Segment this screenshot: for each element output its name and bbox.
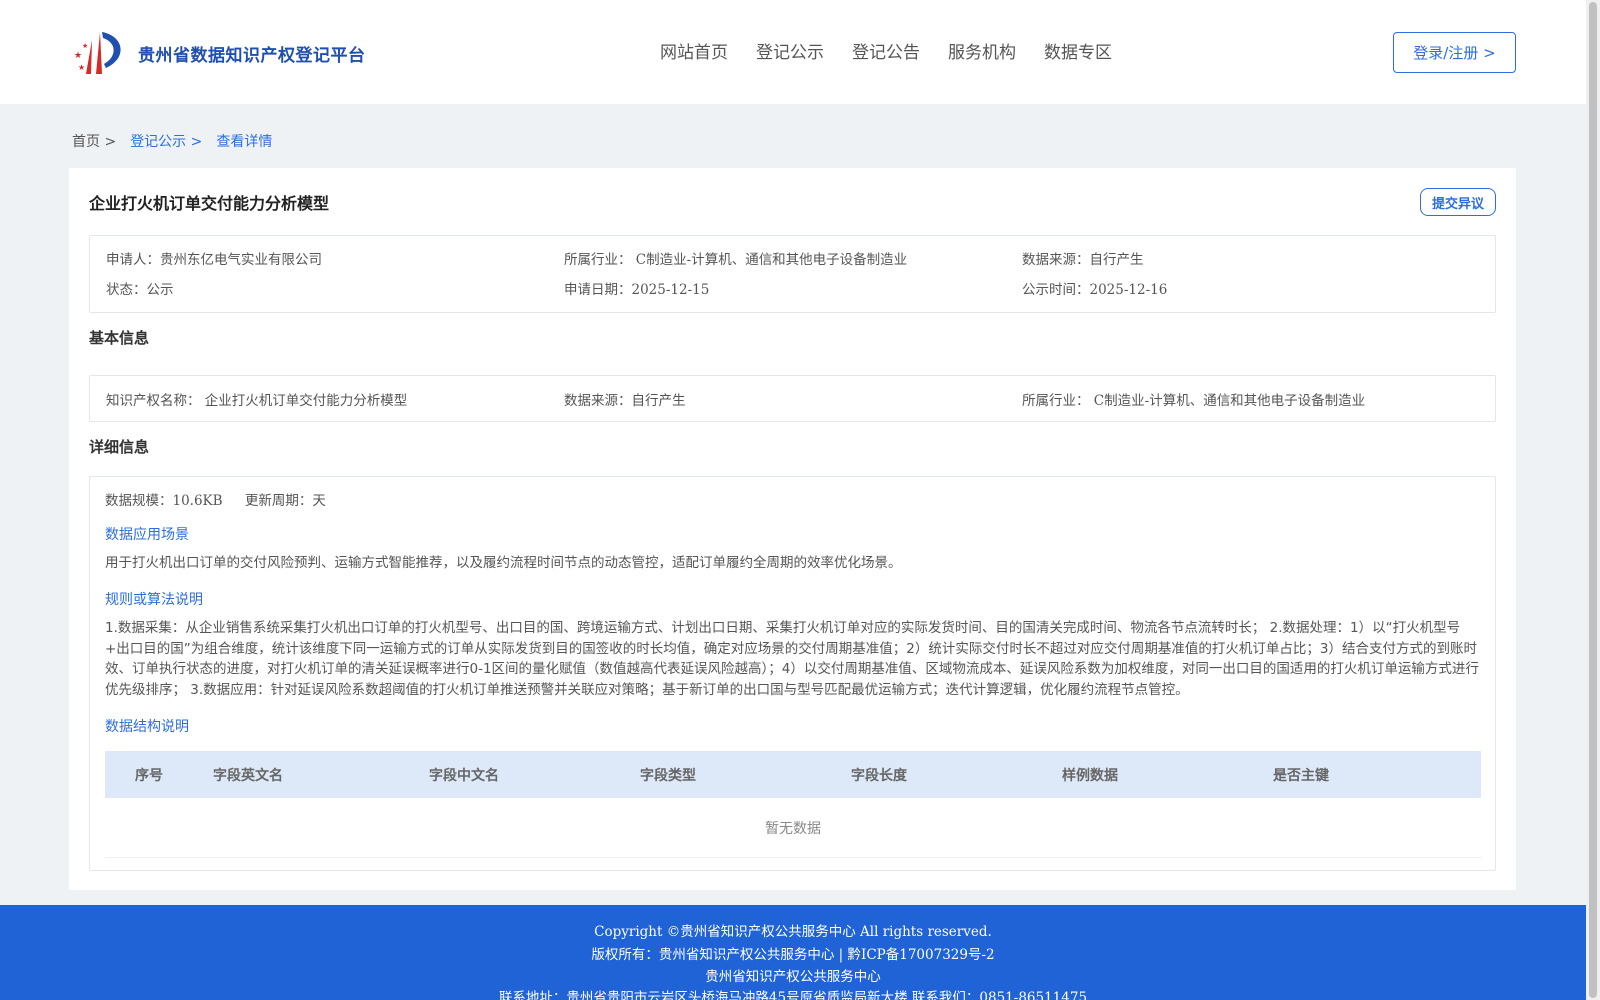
nav-registration-publicity[interactable]: 登记公示 [756,38,824,63]
nav-service-agencies[interactable]: 服务机构 [948,38,1016,63]
basic-source-value: 自行产生 [631,393,686,409]
industry-field: 所属行业： C制造业-计算机、通信和其他电子设备制造业 [564,252,908,268]
structure-title: 数据结构说明 [105,719,189,735]
page-title: 企业打火机订单交付能力分析模型 [89,194,330,213]
basic-industry-value: C制造业-计算机、通信和其他电子设备制造业 [1093,393,1366,409]
update-cycle-value: 天 [312,493,326,509]
col-type: 字段类型 [640,767,696,784]
col-english-name: 字段英文名 [213,767,283,784]
scenario-text: 用于打火机出口订单的交付风险预判、运输方式智能推荐，以及履约流程时间节点的动态管… [105,555,902,571]
site-footer: Copyright ©贵州省知识产权公共服务中心 All rights rese… [0,905,1586,1000]
nav-data-zone[interactable]: 数据专区 [1044,38,1112,63]
ip-name-value: 企业打火机订单交付能力分析模型 [204,393,408,409]
detail-info-title: 详细信息 [89,438,150,456]
publish-date-field: 公示时间：2025-12-16 [1022,282,1168,298]
login-register-button[interactable]: 登录/注册 > [1393,32,1516,73]
breadcrumb-home[interactable]: 首页 > [72,131,116,151]
ip-name-field: 知识产权名称： 企业打火机订单交付能力分析模型 [106,393,408,409]
detail-info-box: 数据规模：10.6KB 更新周期：天 数据应用场景 用于打火机出口订单的交付风险… [89,476,1496,871]
scenario-title: 数据应用场景 [105,527,189,543]
industry-value: C制造业-计算机、通信和其他电子设备制造业 [635,252,908,268]
footer-owner: 版权所有：贵州省知识产权公共服务中心 | 黔ICP备17007329号-2 [591,947,995,963]
applicant-field: 申请人：贵州东亿电气实业有限公司 [106,252,322,268]
logo-emblem-icon: ★ ★ ★ [72,28,130,78]
svg-text:★: ★ [78,63,85,72]
summary-row-1: 申请人：贵州东亿电气实业有限公司 所属行业： C制造业-计算机、通信和其他电子设… [106,248,1480,268]
submit-objection-button[interactable]: 提交异议 [1420,188,1496,216]
source-value: 自行产生 [1089,252,1144,268]
basic-industry-field: 所属行业： C制造业-计算机、通信和其他电子设备制造业 [1022,393,1366,409]
basic-info-title: 基本信息 [89,329,150,347]
site-logo[interactable]: ★ ★ ★ 贵州省数据知识产权登记平台 [72,28,366,78]
main-nav: 网站首页 登记公示 登记公告 服务机构 数据专区 [660,38,1140,63]
publish-date-value: 2025-12-16 [1089,282,1168,298]
applicant-value: 贵州东亿电气实业有限公司 [160,252,322,268]
data-structure-table: 序号 字段英文名 字段中文名 字段类型 字段长度 样例数据 是否主键 暂无数据 [105,751,1481,858]
apply-date-field: 申请日期：2025-12-15 [564,282,710,298]
scale-cycle-row: 数据规模：10.6KB 更新周期：天 [105,493,326,509]
algorithm-title: 规则或算法说明 [105,592,203,608]
col-index: 序号 [135,767,163,784]
site-header: ★ ★ ★ 贵州省数据知识产权登记平台 网站首页 登记公示 登记公告 服务机构 … [0,0,1586,104]
summary-row-2: 状态：公示 申请日期：2025-12-15 公示时间：2025-12-16 [106,278,1480,298]
status-field: 状态：公示 [106,282,174,298]
basic-source-field: 数据来源：自行产生 [564,393,686,409]
summary-box: 申请人：贵州东亿电气实业有限公司 所属行业： C制造业-计算机、通信和其他电子设… [89,235,1496,313]
status-value: 公示 [146,282,174,298]
basic-info-box: 知识产权名称： 企业打火机订单交付能力分析模型 数据来源：自行产生 所属行业： … [89,375,1496,422]
site-title: 贵州省数据知识产权登记平台 [138,45,366,66]
footer-org: 贵州省知识产权公共服务中心 [705,969,881,985]
apply-date-value: 2025-12-15 [631,282,710,298]
footer-copyright: Copyright ©贵州省知识产权公共服务中心 All rights rese… [594,924,992,940]
nav-home[interactable]: 网站首页 [660,38,728,63]
page-scrollbar[interactable] [1586,0,1600,1000]
data-scale-value: 10.6KB [172,493,223,509]
breadcrumb-current: 查看详情 [216,134,273,150]
footer-contact: 联系地址：贵州省贵阳市云岩区头桥海马冲路45号原省质监局新大楼 联系我们：085… [498,990,1088,1000]
basic-info-row: 知识产权名称： 企业打火机订单交付能力分析模型 数据来源：自行产生 所属行业： … [106,389,1480,409]
table-empty-state: 暂无数据 [105,798,1481,858]
table-header-row: 序号 字段英文名 字段中文名 字段类型 字段长度 样例数据 是否主键 [105,751,1481,798]
col-length: 字段长度 [851,767,907,784]
col-primary-key: 是否主键 [1273,767,1329,784]
col-chinese-name: 字段中文名 [429,767,499,784]
algorithm-text: 1.数据采集：从企业销售系统采集打火机出口订单的打火机型号、出口目的国、跨境运输… [105,620,1479,698]
breadcrumb: 首页 > 登记公示 > 查看详情 [72,131,286,151]
scrollbar-thumb[interactable] [1589,2,1597,998]
source-field: 数据来源：自行产生 [1022,252,1144,268]
nav-registration-announcement[interactable]: 登记公告 [852,38,920,63]
detail-card: 企业打火机订单交付能力分析模型 提交异议 申请人：贵州东亿电气实业有限公司 所属… [69,168,1516,890]
breadcrumb-list[interactable]: 登记公示 > [130,131,202,151]
svg-text:★: ★ [74,51,82,61]
svg-text:★: ★ [82,42,88,50]
col-sample: 样例数据 [1062,767,1118,784]
